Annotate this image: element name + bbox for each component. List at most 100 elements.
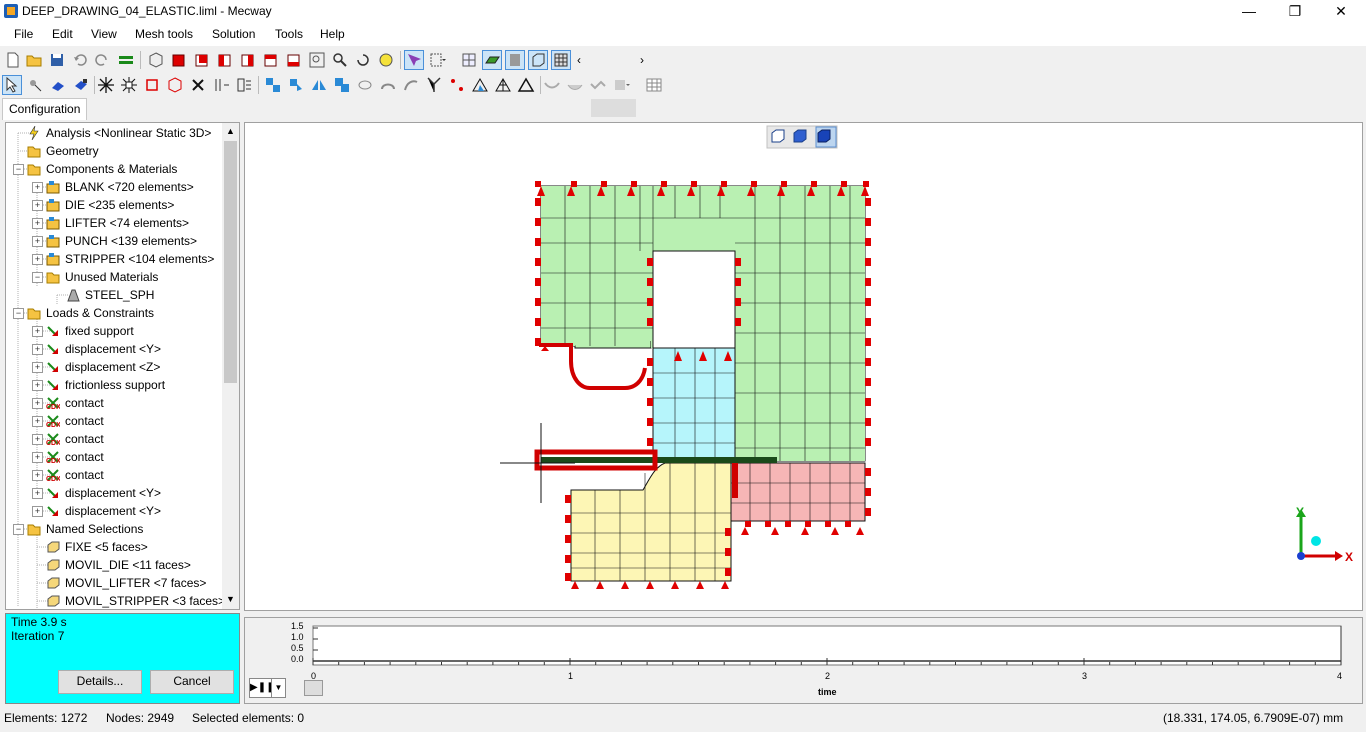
- tri-outline-icon[interactable]: [517, 76, 535, 94]
- mesh-canvas[interactable]: Y X: [245, 123, 1362, 610]
- menu-help[interactable]: Help: [320, 27, 345, 41]
- blank-component[interactable]: [570, 462, 732, 582]
- tab-configuration[interactable]: Configuration: [2, 98, 88, 120]
- punch-component[interactable]: [652, 347, 736, 459]
- menu-mesh-tools[interactable]: Mesh tools: [135, 27, 193, 41]
- play-pause-button[interactable]: ▶❚❚: [249, 678, 274, 698]
- table-icon[interactable]: [645, 76, 663, 94]
- zoom-icon[interactable]: [331, 51, 349, 69]
- play-dropdown-icon[interactable]: ▼: [271, 678, 286, 698]
- tri-mesh-icon[interactable]: [494, 76, 512, 94]
- minimize-button[interactable]: —: [1226, 0, 1272, 24]
- scroll-right-icon[interactable]: ›: [640, 51, 658, 69]
- tree-expander-icon[interactable]: +: [32, 506, 43, 517]
- view-right-icon[interactable]: [239, 51, 257, 69]
- tree-expander-icon[interactable]: +: [32, 416, 43, 427]
- tree-expander-icon[interactable]: +: [32, 254, 43, 265]
- tree-expander-icon[interactable]: +: [32, 362, 43, 373]
- save-icon[interactable]: [48, 51, 66, 69]
- revolve-icon[interactable]: [356, 76, 374, 94]
- tree-expander-icon[interactable]: +: [32, 380, 43, 391]
- delete-icon[interactable]: [189, 76, 207, 94]
- menu-file[interactable]: File: [14, 27, 33, 41]
- view-iso-icon[interactable]: [147, 51, 165, 69]
- tree-expander-icon[interactable]: +: [32, 470, 43, 481]
- new-file-icon[interactable]: [4, 51, 22, 69]
- bend-icon[interactable]: [402, 76, 420, 94]
- pick-dropdown-icon[interactable]: [428, 51, 446, 69]
- face-select-icon[interactable]: [72, 76, 90, 94]
- pan-icon[interactable]: [377, 51, 395, 69]
- solid-view-icon[interactable]: [482, 50, 502, 70]
- show-mesh-icon[interactable]: [460, 51, 478, 69]
- view-mode-buttons[interactable]: [766, 125, 838, 149]
- view-left-icon[interactable]: [216, 51, 234, 69]
- tree-expander-icon[interactable]: +: [32, 182, 43, 193]
- redo-icon[interactable]: [93, 51, 111, 69]
- shell-top-icon[interactable]: [543, 76, 561, 94]
- stripper-component[interactable]: [730, 462, 866, 522]
- layers-icon[interactable]: [117, 51, 135, 69]
- shell-bottom-icon[interactable]: [589, 76, 607, 94]
- tree-expander-icon[interactable]: +: [32, 452, 43, 463]
- menu-view[interactable]: View: [91, 27, 117, 41]
- mirror-icon[interactable]: [310, 76, 328, 94]
- tree-expander-icon[interactable]: −: [32, 272, 43, 283]
- tree-expander-icon[interactable]: −: [13, 524, 24, 535]
- menu-tools[interactable]: Tools: [275, 27, 303, 41]
- rotate-icon[interactable]: [354, 51, 372, 69]
- split-icon[interactable]: [425, 76, 443, 94]
- view-back-icon[interactable]: [193, 51, 211, 69]
- shell-mid-icon[interactable]: [566, 76, 584, 94]
- mesh-lines-icon[interactable]: [551, 50, 571, 70]
- scroll-left-icon[interactable]: ‹: [577, 51, 595, 69]
- tri-fill-icon[interactable]: [471, 76, 489, 94]
- pointer-icon[interactable]: [2, 75, 22, 95]
- tree-expander-icon[interactable]: +: [32, 218, 43, 229]
- tree-expander-icon[interactable]: +: [32, 398, 43, 409]
- select-tool-icon[interactable]: [404, 50, 424, 70]
- tree-scrollbar[interactable]: ▲ ▼: [222, 123, 239, 609]
- timeline-chart[interactable]: 1.5 1.0 0.5 0.0 0 1 2 3 4 time: [245, 618, 1362, 703]
- tree-expander-icon[interactable]: +: [32, 236, 43, 247]
- add-solid-icon[interactable]: [166, 76, 184, 94]
- scroll-thumb[interactable]: [224, 141, 237, 383]
- tree-expander-icon[interactable]: +: [32, 434, 43, 445]
- extrude-icon[interactable]: [235, 76, 253, 94]
- node-select-icon[interactable]: [26, 76, 44, 94]
- model-viewport[interactable]: Y X: [244, 122, 1363, 611]
- copy-icon[interactable]: [333, 76, 351, 94]
- wireframe-icon[interactable]: [528, 50, 548, 70]
- shaded-view-icon[interactable]: [505, 50, 525, 70]
- tree-expander-icon[interactable]: +: [32, 344, 43, 355]
- maximize-button[interactable]: ❐: [1272, 0, 1318, 24]
- tree-expander-icon[interactable]: +: [32, 326, 43, 337]
- details-button[interactable]: Details...: [58, 670, 142, 694]
- tree-expander-icon[interactable]: −: [13, 308, 24, 319]
- view-top-icon[interactable]: [262, 51, 280, 69]
- zoom-fit-icon[interactable]: [308, 51, 326, 69]
- menu-solution[interactable]: Solution: [212, 27, 255, 41]
- refine-icon[interactable]: [120, 76, 138, 94]
- undo-icon[interactable]: [71, 51, 89, 69]
- sheet-strip[interactable]: [541, 457, 777, 463]
- cancel-button[interactable]: Cancel: [150, 670, 234, 694]
- add-element-icon[interactable]: [143, 76, 161, 94]
- explode-icon[interactable]: [97, 76, 115, 94]
- move-node-icon[interactable]: [212, 76, 230, 94]
- view-front-icon[interactable]: [170, 51, 188, 69]
- menu-edit[interactable]: Edit: [52, 27, 73, 41]
- tree-expander-icon[interactable]: +: [32, 488, 43, 499]
- scroll-down-icon[interactable]: ▼: [224, 591, 237, 607]
- element-select-icon[interactable]: [49, 76, 67, 94]
- sweep-icon[interactable]: [379, 76, 397, 94]
- tree-expander-icon[interactable]: +: [32, 200, 43, 211]
- scroll-up-icon[interactable]: ▲: [224, 123, 237, 139]
- translate-icon[interactable]: [264, 76, 282, 94]
- merge-icon[interactable]: [448, 76, 466, 94]
- shell-dropdown-icon[interactable]: [612, 76, 630, 94]
- view-bottom-icon[interactable]: [285, 51, 303, 69]
- timeline-slider-thumb[interactable]: [304, 680, 323, 696]
- tree-expander-icon[interactable]: −: [13, 164, 24, 175]
- close-button[interactable]: ✕: [1318, 0, 1364, 24]
